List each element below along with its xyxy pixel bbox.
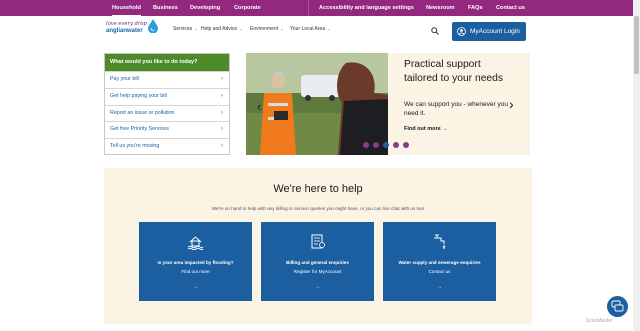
nav-environment[interactable]: Environment ⌄ (250, 26, 284, 32)
water-drop-icon (148, 19, 158, 33)
chevron-right-icon: › (221, 143, 223, 150)
chevron-right-icon: › (221, 92, 223, 99)
card-link[interactable]: Register for MyAccount (261, 269, 374, 274)
live-chat-button[interactable] (607, 296, 628, 317)
quick-link-moving[interactable]: Tell us you're moving › (105, 138, 229, 155)
carousel-dot[interactable] (393, 142, 399, 148)
arrow-right-icon: → (193, 284, 198, 290)
nav-help-advice[interactable]: Help and Advice ⌄ (201, 26, 243, 32)
user-icon (457, 27, 466, 36)
chevron-down-icon: ⌄ (326, 26, 331, 31)
quick-links-heading: What would you like to do today? (105, 54, 229, 71)
hero-title: Practical support tailored to your needs (404, 59, 504, 84)
card-link[interactable]: Find out more (139, 269, 252, 274)
hero-carousel: Practical support tailored to your needs… (246, 53, 530, 155)
tap-icon (434, 234, 446, 249)
watermark: ScanMaster (586, 318, 613, 324)
nav-services[interactable]: Services ⌄ (173, 26, 198, 32)
chevron-down-icon: ⌄ (193, 26, 198, 31)
flood-icon (187, 236, 204, 250)
contact-link[interactable]: Contact us (496, 0, 525, 16)
carousel-dot[interactable] (363, 142, 369, 148)
chat-icon (611, 300, 624, 312)
hero-text: We can support you - whenever you need i… (404, 101, 508, 117)
quick-link-pay-bill[interactable]: Pay your bill › (105, 71, 229, 88)
tab-household[interactable]: Household (112, 0, 141, 16)
chevron-right-icon: › (221, 76, 223, 82)
tab-developing[interactable]: Developing (190, 0, 220, 16)
tab-corporate[interactable]: Corporate (234, 0, 261, 16)
faqs-link[interactable]: FAQs (468, 0, 483, 16)
carousel-dot[interactable] (403, 142, 409, 148)
chevron-down-icon: ⌄ (279, 26, 284, 31)
carousel-dot[interactable] (373, 142, 379, 148)
page-scrollbar[interactable] (633, 0, 640, 331)
carousel-dot[interactable] (383, 142, 389, 148)
card-title: Is your area impacted by flooding? (157, 260, 234, 265)
card-title: Water supply and sewerage enquiries (398, 260, 481, 265)
quick-link-priority-services[interactable]: Get free Priority Services › (105, 121, 229, 138)
bill-icon (311, 234, 325, 249)
myaccount-label: MyAccount Login (470, 28, 520, 35)
arrow-right-icon: → (315, 284, 320, 290)
top-bar: Household Business Developing Corporate … (0, 0, 640, 16)
water-supply-card[interactable]: Water supply and sewerage enquiries Cont… (383, 222, 496, 301)
help-title: We're here to help (273, 183, 363, 195)
tab-business[interactable]: Business (153, 0, 178, 16)
card-link[interactable]: Contact us (383, 269, 496, 274)
logo-tagline: love every drop (106, 21, 147, 27)
newsroom-link[interactable]: Newsroom (426, 0, 455, 16)
quick-link-report-issue[interactable]: Report an issue or pollution › (105, 104, 229, 122)
arrow-right-icon: → (437, 284, 442, 290)
carousel-prev-icon[interactable]: ‹ (257, 99, 261, 114)
hero-find-out-more-link[interactable]: Find out more → (404, 126, 448, 132)
nav-local-area[interactable]: Your Local Area ⌄ (290, 26, 331, 32)
card-title: Billing and general enquiries (286, 260, 349, 265)
chevron-right-icon: › (221, 126, 223, 133)
chevron-right-icon: › (221, 109, 223, 116)
topbar-divider (308, 0, 309, 16)
anglian-water-logo[interactable]: love every drop anglianwater (106, 19, 158, 41)
flooding-card[interactable]: Is your area impacted by flooding? Find … (139, 222, 252, 301)
hero-photo (246, 53, 388, 155)
help-section: We're here to help We're on hand to help… (104, 168, 532, 324)
help-subtitle: We're on hand to help with any billing o… (211, 206, 425, 211)
chevron-down-icon: ⌄ (238, 26, 243, 31)
search-icon[interactable] (431, 27, 439, 35)
myaccount-login-button[interactable]: MyAccount Login (452, 22, 526, 41)
logo-wordmark: anglianwater (106, 28, 143, 34)
accessibility-link[interactable]: Accessibility and language settings (319, 0, 414, 16)
quick-link-help-paying[interactable]: Get help paying your bill › (105, 87, 229, 105)
billing-card[interactable]: Billing and general enquiries Register f… (261, 222, 374, 301)
carousel-next-icon[interactable]: › (509, 96, 514, 112)
scrollbar-thumb[interactable] (634, 16, 639, 74)
quick-links-panel: What would you like to do today? Pay you… (104, 53, 230, 155)
